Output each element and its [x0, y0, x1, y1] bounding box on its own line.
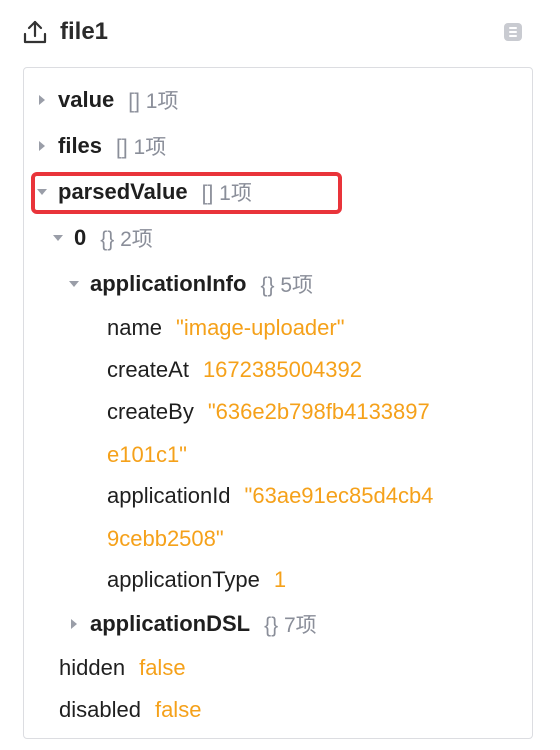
- tree-row-applicationType: applicationType 1: [107, 560, 286, 600]
- tree-key: applicationId: [107, 483, 231, 508]
- tree-key: disabled: [59, 697, 141, 722]
- tree-key: createAt: [107, 357, 189, 382]
- tree-key: name: [107, 315, 163, 340]
- tree-row-applicationInfo[interactable]: applicationInfo {} 5项: [68, 264, 313, 304]
- tree-value-continuation: e101c1": [107, 442, 187, 467]
- tree-value-continuation: 9cebb2508": [107, 526, 224, 551]
- tree-row-disabled: disabled false: [59, 690, 201, 730]
- tree-row-applicationDSL[interactable]: applicationDSL {} 7项: [68, 604, 317, 644]
- tree-key: applicationType: [107, 567, 260, 592]
- tree-key: files: [58, 133, 103, 158]
- tree-value: 1: [273, 567, 287, 592]
- json-tree-panel: value [] 1项 files [] 1项 parsedValue [] 1…: [23, 67, 533, 739]
- tree-key: value: [58, 87, 115, 112]
- tree-row-hidden: hidden false: [59, 648, 186, 688]
- tree-key: 0: [74, 225, 87, 250]
- tree-meta: [] 1项: [128, 90, 179, 113]
- panel-header: file1: [22, 14, 532, 50]
- tree-row-name: name "image-uploader": [107, 308, 345, 348]
- caret-right-icon[interactable]: [68, 618, 80, 630]
- tree-value: 1672385004392: [202, 357, 362, 382]
- tree-meta: [] 1项: [116, 136, 167, 159]
- tree-key: hidden: [59, 655, 126, 680]
- tree-row-createAt: createAt 1672385004392: [107, 350, 362, 390]
- tree-meta: {} 2项: [100, 228, 153, 251]
- tree-value: "image-uploader": [176, 315, 345, 340]
- tree-row-files[interactable]: files [] 1项: [36, 126, 166, 166]
- tree-key: applicationDSL: [90, 611, 251, 636]
- tree-meta: {} 5项: [260, 274, 313, 297]
- tree-value: "63ae91ec85d4cb4: [244, 483, 434, 508]
- caret-right-icon[interactable]: [36, 94, 48, 106]
- upload-icon: [22, 19, 48, 45]
- component-title: file1: [60, 18, 109, 45]
- caret-down-icon[interactable]: [52, 232, 64, 244]
- tree-key: createBy: [107, 399, 194, 424]
- tree-value: false: [139, 655, 186, 680]
- caret-down-icon[interactable]: [68, 278, 80, 290]
- menu-icon[interactable]: [504, 23, 522, 41]
- tree-key: applicationInfo: [90, 271, 247, 296]
- tree-row-createBy: createBy "636e2b798fb4133897: [107, 392, 430, 432]
- tree-row-applicationId: applicationId "63ae91ec85d4cb4: [107, 476, 433, 516]
- tree-value: false: [154, 697, 202, 722]
- tree-row-item0[interactable]: 0 {} 2项: [52, 218, 153, 258]
- tree-row-value[interactable]: value [] 1项: [36, 80, 178, 120]
- tree-meta: {} 7项: [264, 614, 317, 637]
- highlight-box: [31, 172, 342, 214]
- tree-value: "636e2b798fb4133897: [207, 399, 430, 424]
- caret-right-icon[interactable]: [36, 140, 48, 152]
